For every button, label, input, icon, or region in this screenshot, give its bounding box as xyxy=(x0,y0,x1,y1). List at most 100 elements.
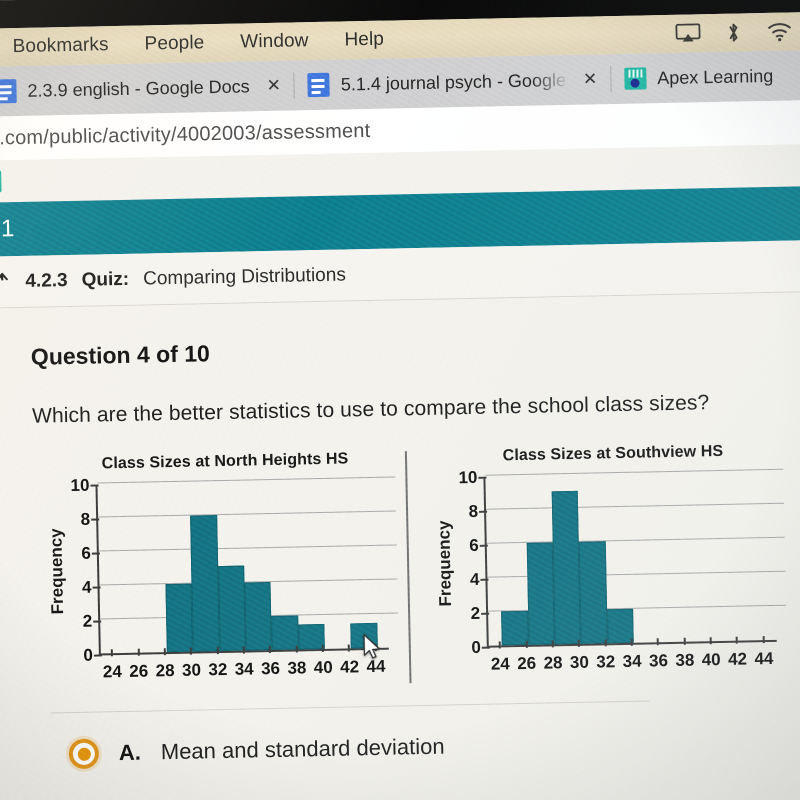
bluetooth-icon[interactable] xyxy=(726,21,740,43)
radio-button-a[interactable] xyxy=(68,738,100,770)
menu-window[interactable]: Window xyxy=(240,30,309,53)
x-tick-label: 42 xyxy=(727,649,748,669)
x-axis-ticks: 24 26 28 30 32 34 36 38 40 42 44 xyxy=(99,643,390,686)
x-tick-mark xyxy=(604,639,607,647)
y-tick-label: 4 xyxy=(469,569,480,590)
x-tick-mark xyxy=(348,644,351,652)
x-tick-mark xyxy=(551,640,554,648)
y-axis-label: Frequency xyxy=(46,528,68,615)
chart-title: Class Sizes at Southview HS xyxy=(502,442,724,465)
apex-learning-bookmark-icon[interactable] xyxy=(0,170,2,193)
google-docs-icon xyxy=(0,79,17,104)
radio-dot xyxy=(77,747,91,761)
gridline xyxy=(98,544,397,552)
x-tick-label: 32 xyxy=(208,659,228,680)
x-tick-mark xyxy=(657,638,660,646)
x-tick-mark xyxy=(630,638,633,646)
airplay-icon[interactable] xyxy=(675,23,701,43)
x-tick-label: 26 xyxy=(517,653,537,674)
x-tick-label: 26 xyxy=(129,661,149,681)
x-tick-mark xyxy=(295,645,298,653)
mouse-pointer xyxy=(363,634,380,659)
histogram-bar xyxy=(165,583,194,653)
wifi-icon[interactable] xyxy=(766,21,792,42)
option-text: Mean and standard deviation xyxy=(160,733,445,765)
x-tick-mark xyxy=(163,648,166,656)
quiz-title: Comparing Distributions xyxy=(142,263,347,290)
x-tick-label: 30 xyxy=(181,660,202,680)
x-tick-label: 28 xyxy=(543,653,563,673)
chart-title: Class Sizes at North Heights HS xyxy=(101,450,349,473)
back-arrow-icon[interactable] xyxy=(0,269,12,296)
quiz-kind-label: Quiz: xyxy=(81,268,130,291)
menu-people[interactable]: People xyxy=(144,32,204,55)
x-tick-mark xyxy=(683,637,686,645)
browser-tab-journal-psych[interactable]: 5.1.4 journal psych - Google ✕ xyxy=(294,54,610,110)
x-tick-label: 28 xyxy=(155,660,175,681)
google-docs-icon xyxy=(307,72,331,98)
x-tick-label: 38 xyxy=(287,658,307,678)
menu-bookmarks[interactable]: Bookmarks xyxy=(12,34,108,58)
menu-bar-status-items xyxy=(675,12,793,52)
option-letter: A. xyxy=(118,739,142,766)
x-tick-mark xyxy=(709,637,712,645)
x-tick-mark xyxy=(498,641,502,649)
x-tick-label: 32 xyxy=(596,652,616,672)
tab-close-icon[interactable]: ✕ xyxy=(266,76,281,96)
x-tick-mark xyxy=(137,648,140,656)
histogram-bar xyxy=(526,542,555,645)
histogram-bar xyxy=(244,582,273,651)
x-tick-label: 42 xyxy=(339,657,360,677)
question-content: Question 4 of 10 Which are the better st… xyxy=(0,291,800,800)
histograms-container: Class Sizes at North Heights HS Frequenc… xyxy=(33,441,800,687)
x-tick-label: 36 xyxy=(648,651,669,671)
y-tick-label: 10 xyxy=(458,467,478,488)
y-tick-label: 2 xyxy=(470,603,481,624)
gridline xyxy=(485,468,784,476)
x-tick-label: 40 xyxy=(701,650,721,670)
y-tick-label: 0 xyxy=(471,637,482,658)
tab-title: Apex Learning xyxy=(656,65,774,88)
y-tick-label: 10 xyxy=(70,475,90,496)
y-tick-label: 8 xyxy=(468,501,479,522)
gridline xyxy=(97,476,396,484)
browser-tab-english[interactable]: 2.3.9 english - Google Docs ✕ xyxy=(0,60,294,116)
tab-title: 5.1.4 journal psych - Google xyxy=(340,69,567,95)
histogram-bar xyxy=(578,541,608,644)
x-tick-label: 38 xyxy=(675,650,695,670)
x-tick-label: 34 xyxy=(234,659,254,679)
histogram-bar xyxy=(217,565,246,652)
x-tick-label: 24 xyxy=(102,662,123,682)
photographed-screen: Bookmarks People Window Help 2.3.9 engli… xyxy=(0,0,800,800)
gridline xyxy=(486,502,784,510)
y-tick-label: 4 xyxy=(81,577,92,597)
y-axis-ticks: 0 2 4 6 8 10 xyxy=(457,468,486,657)
menu-help[interactable]: Help xyxy=(344,29,384,52)
plot-area xyxy=(95,476,399,656)
x-axis-ticks: 24 26 28 30 32 34 36 38 40 42 44 xyxy=(487,636,778,678)
tab-close-icon[interactable]: ✕ xyxy=(583,69,598,89)
x-tick-label: 34 xyxy=(622,651,642,671)
y-tick-label: 6 xyxy=(81,543,92,563)
gridline xyxy=(98,510,397,518)
x-tick-mark xyxy=(242,646,245,654)
histogram-bar xyxy=(551,490,582,645)
x-tick-label: 30 xyxy=(569,652,590,673)
x-tick-mark xyxy=(321,644,324,653)
apex-learning-icon xyxy=(623,67,647,90)
x-tick-mark xyxy=(577,639,581,647)
histogram-bar xyxy=(190,515,220,652)
plot-area xyxy=(483,468,787,648)
address-bar-url: ng.com/public/activity/4002003/assessmen… xyxy=(0,119,371,150)
answer-option-a[interactable]: A. Mean and standard deviation xyxy=(39,724,800,770)
app-header-title: n 1 xyxy=(0,215,15,243)
x-tick-label: 36 xyxy=(260,658,281,679)
x-tick-mark xyxy=(525,640,528,648)
browser-tab-apex-learning[interactable]: Apex Learning xyxy=(611,51,787,105)
y-tick-label: 2 xyxy=(82,611,93,631)
histogram-north-heights: Class Sizes at North Heights HS Frequenc… xyxy=(45,449,410,686)
x-tick-mark xyxy=(190,647,193,655)
x-tick-mark xyxy=(762,636,765,644)
x-tick-label: 40 xyxy=(313,657,333,678)
section-divider xyxy=(50,700,650,714)
